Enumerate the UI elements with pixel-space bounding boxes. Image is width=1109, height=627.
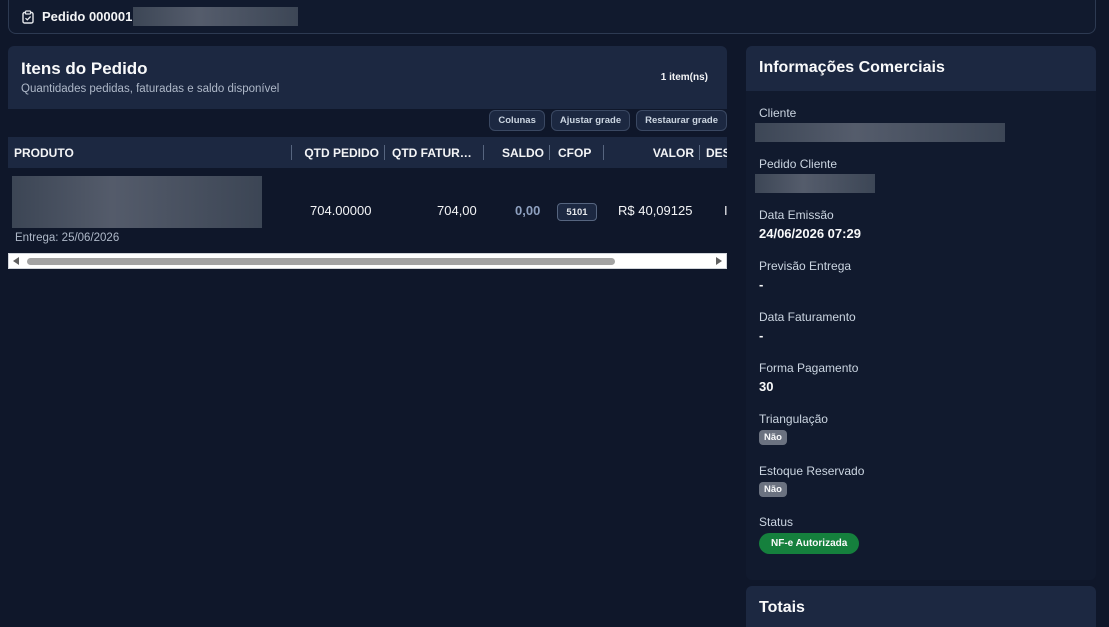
order-header: Pedido 000001 [8,0,1096,34]
delivery-date: Entrega: 25/06/2026 [15,232,120,244]
redacted-order-number [133,7,299,26]
saldo-value: 0,00 [515,203,541,218]
estoque-reservado-badge: Não [759,482,787,497]
field-estoque-reservado: Estoque Reservado Não [759,464,864,497]
restore-grid-button[interactable]: Restaurar grade [636,110,727,131]
previsao-entrega-label: Previsão Entrega [759,259,852,273]
columns-button[interactable]: Colunas [489,110,545,131]
table-row[interactable]: Entrega: 25/06/2026 704.00000 704,00 0,0… [8,168,728,252]
order-title: Pedido 000001 [42,9,133,24]
items-subtitle: Quantidades pedidas, faturadas e saldo d… [21,83,280,95]
totals-section-header: Totais [746,586,1096,627]
data-faturamento-label: Data Faturamento [759,310,856,324]
commercial-info-panel: Informações Comerciais Cliente Pedido Cl… [746,46,1096,580]
items-title: Itens do Pedido [21,59,148,78]
scroll-left-icon[interactable] [13,257,19,265]
redacted-product [12,176,262,228]
items-table: PRODUTO QTD PEDIDO QTD FATUR… SALDO CFOP… [8,137,728,252]
status-label: Status [759,515,794,529]
col-qtd-faturada[interactable]: QTD FATUR… [392,137,484,168]
field-previsao-entrega: Previsão Entrega - [759,259,851,292]
col-qtd-pedido[interactable]: QTD PEDIDO [292,137,385,168]
forma-pagamento-value: 30 [759,379,774,394]
field-cliente: Cliente [755,106,1005,142]
field-forma-pagamento: Forma Pagamento 30 [759,361,858,394]
col-produto[interactable]: PRODUTO [14,137,292,168]
cfop-badge: 5101 [557,203,597,221]
horizontal-scrollbar[interactable] [8,253,727,269]
table-header: PRODUTO QTD PEDIDO QTD FATUR… SALDO CFOP… [8,137,727,168]
col-cfop[interactable]: CFOP [558,137,604,168]
data-faturamento-value: - [759,328,764,343]
triangulacao-badge: Não [759,430,787,445]
pedido-cliente-label: Pedido Cliente [759,157,838,171]
field-status: Status NF-e Autorizada [759,515,860,554]
col-desconto[interactable]: DES [706,137,727,168]
scroll-right-icon[interactable] [716,257,722,265]
triangulacao-label: Triangulação [759,412,828,426]
estoque-reservado-label: Estoque Reservado [759,464,865,478]
redacted-pedido-cliente [755,174,875,193]
grid-toolbar: Colunas Ajustar grade Restaurar grade [489,110,727,131]
field-pedido-cliente: Pedido Cliente [755,157,875,193]
scroll-thumb[interactable] [27,258,615,265]
col-valor[interactable]: VALOR [604,137,700,168]
items-section-header: Itens do Pedido Quantidades pedidas, fat… [8,46,727,109]
field-data-faturamento: Data Faturamento - [759,310,856,343]
forma-pagamento-label: Forma Pagamento [759,361,859,375]
fit-grid-button[interactable]: Ajustar grade [550,110,631,131]
totals-title: Totais [759,599,805,616]
commercial-info-title: Informações Comerciais [759,59,945,76]
col-saldo[interactable]: SALDO [484,137,550,168]
field-triangulacao: Triangulação Não [759,412,828,445]
commercial-info-header: Informações Comerciais [746,46,1096,91]
clipboard-check-icon [22,9,34,24]
status-badge: NF-e Autorizada [759,533,860,554]
qtd-faturada-value: 704,00 [437,203,477,218]
redacted-cliente [755,123,1005,142]
previsao-entrega-value: - [759,277,764,292]
items-count: 1 item(ns) [660,72,708,83]
data-emissao-value: 24/06/2026 07:29 [759,226,861,241]
cliente-label: Cliente [759,106,797,120]
field-data-emissao: Data Emissão 24/06/2026 07:29 [759,208,861,241]
valor-value: R$ 40,09125 [618,203,693,218]
desconto-value: I [724,203,728,218]
data-emissao-label: Data Emissão [759,208,834,222]
qtd-pedido-value: 704.00000 [310,203,372,218]
